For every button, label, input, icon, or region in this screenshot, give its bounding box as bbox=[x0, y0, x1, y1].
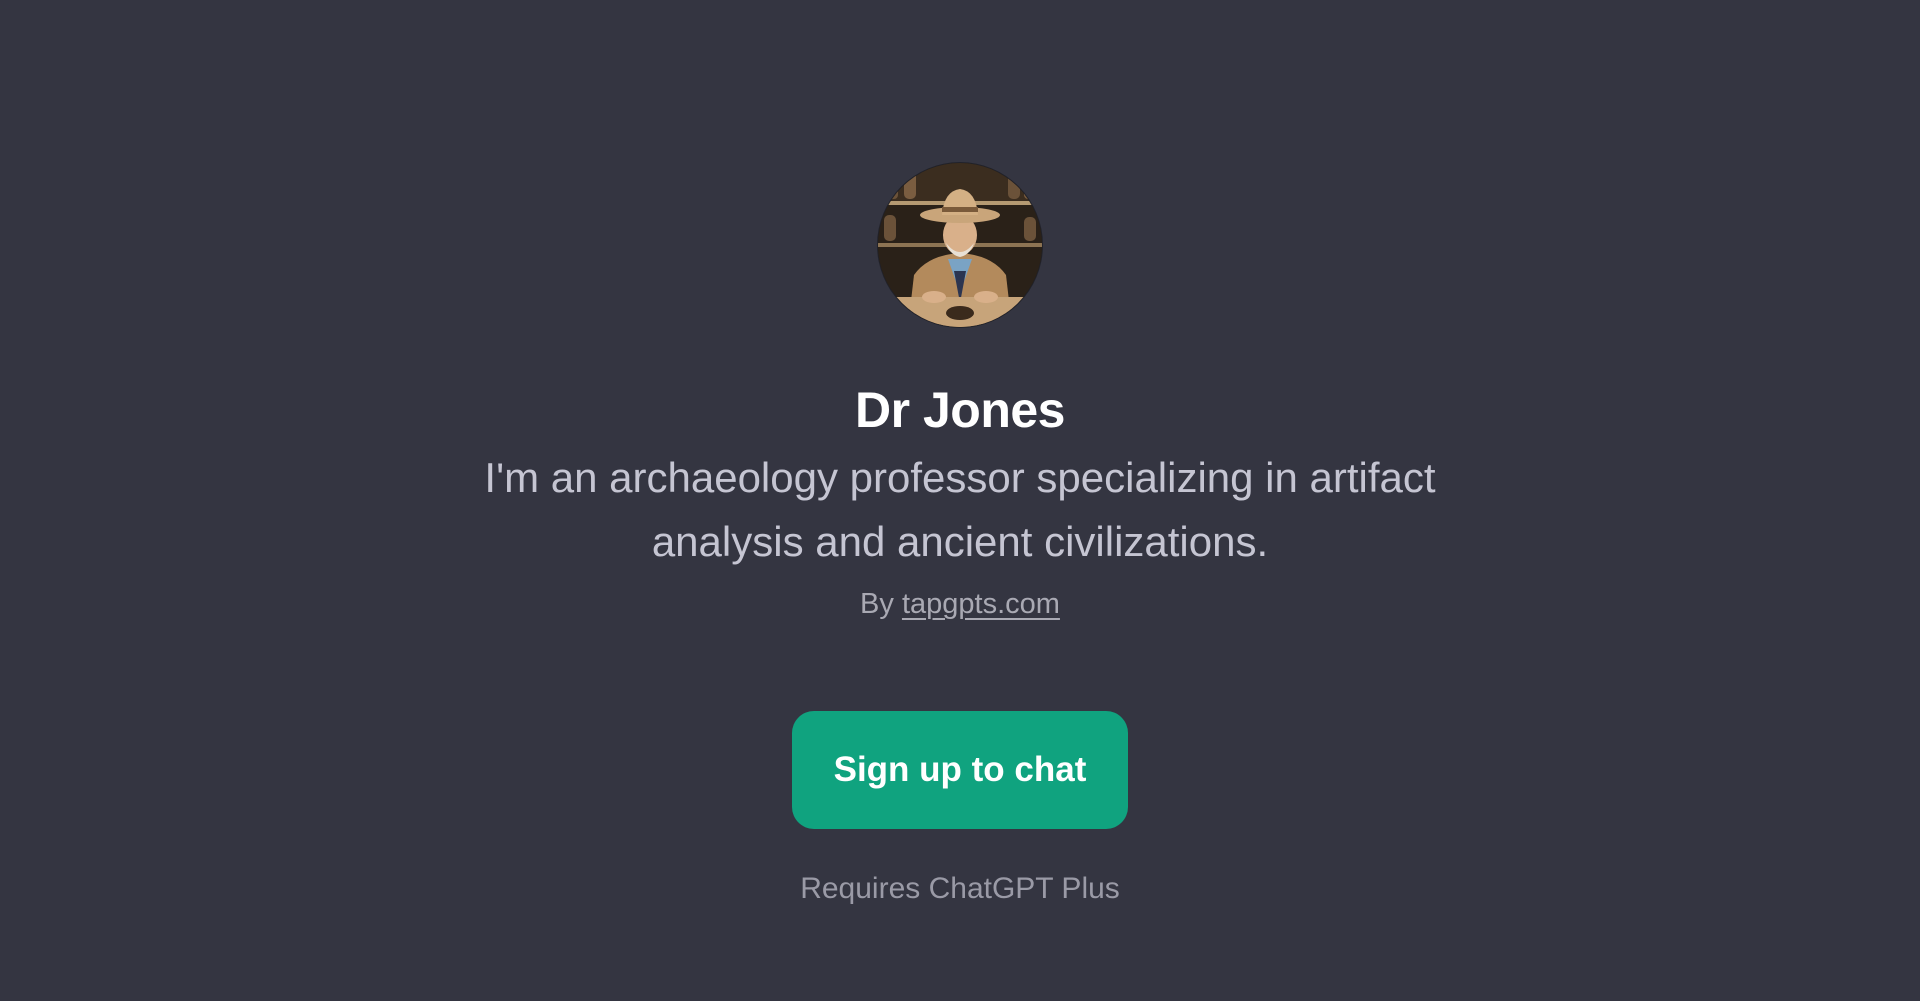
gpt-title: Dr Jones bbox=[855, 382, 1065, 438]
gpt-description: I'm an archaeology professor specializin… bbox=[484, 454, 1436, 565]
byline-prefix: By bbox=[860, 588, 902, 620]
gpt-landing-page: Dr Jones I'm an archaeology professor sp… bbox=[0, 0, 1920, 1001]
sign-up-to-chat-button[interactable]: Sign up to chat bbox=[792, 711, 1128, 829]
author-byline: By tapgpts.com bbox=[0, 588, 1920, 621]
author-link[interactable]: tapgpts.com bbox=[902, 588, 1060, 620]
archaeologist-portrait-icon bbox=[878, 163, 1042, 327]
avatar bbox=[878, 163, 1042, 327]
requirement-note: Requires ChatGPT Plus bbox=[800, 872, 1120, 905]
